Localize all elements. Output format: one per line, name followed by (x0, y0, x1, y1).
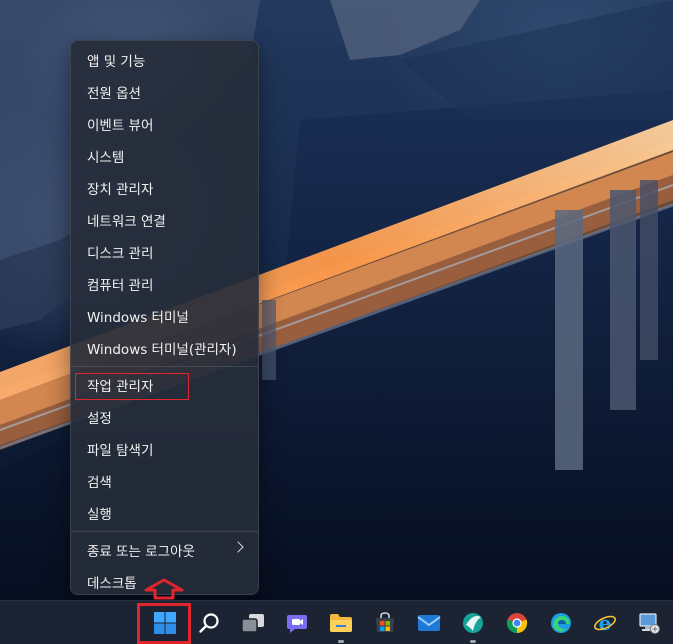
edge-button[interactable] (546, 608, 576, 638)
menu-item-label: 종료 또는 로그아웃 (87, 544, 195, 560)
menu-item-file-explorer[interactable]: 파일 탐색기 (75, 433, 254, 465)
chat-button[interactable] (282, 608, 312, 638)
taskbar-search-button[interactable] (194, 608, 224, 638)
file-explorer-icon (330, 614, 352, 632)
menu-item-label: 네트워크 연결 (87, 214, 166, 230)
menu-item-label: 설정 (87, 411, 112, 427)
internet-explorer-button[interactable]: e (590, 608, 620, 638)
start-context-menu: 앱 및 기능 전원 옵션 이벤트 뷰어 시스템 장치 관리자 네트워크 연결 디… (70, 40, 259, 595)
running-indicator (470, 640, 476, 643)
start-button-highlight (137, 603, 191, 644)
menu-item-device-manager[interactable]: 장치 관리자 (75, 172, 254, 204)
app-icon (463, 613, 483, 633)
menu-item-label: 이벤트 뷰어 (87, 118, 154, 134)
app-button[interactable] (458, 608, 488, 643)
network-computer-button[interactable] (634, 608, 664, 638)
menu-divider (71, 531, 258, 532)
network-computer-icon (639, 613, 660, 634)
menu-item-settings[interactable]: 설정 (75, 401, 254, 433)
file-explorer-button[interactable] (326, 608, 356, 643)
menu-item-event-viewer[interactable]: 이벤트 뷰어 (75, 108, 254, 140)
menu-item-label: 데스크톱 (87, 576, 137, 592)
menu-item-windows-terminal-admin[interactable]: Windows 터미널(관리자) (75, 332, 254, 364)
menu-item-label: 앱 및 기능 (87, 54, 146, 70)
mail-button[interactable] (414, 608, 444, 638)
task-view-icon (241, 614, 264, 633)
menu-item-label: 장치 관리자 (87, 182, 154, 198)
menu-item-apps-features[interactable]: 앱 및 기능 (75, 44, 254, 76)
menu-item-shutdown-signout[interactable]: 종료 또는 로그아웃 (75, 534, 254, 566)
ie-icon: e (594, 611, 616, 635)
menu-item-label: 실행 (87, 507, 112, 523)
menu-divider (71, 366, 258, 367)
svg-text:e: e (599, 611, 612, 635)
menu-item-label: 디스크 관리 (87, 246, 154, 262)
chat-icon (287, 615, 307, 633)
menu-item-power-options[interactable]: 전원 옵션 (75, 76, 254, 108)
menu-item-label: Windows 터미널 (87, 310, 189, 326)
menu-item-network-connections[interactable]: 네트워크 연결 (75, 204, 254, 236)
menu-item-label: 컴퓨터 관리 (87, 278, 154, 294)
chevron-right-icon (232, 541, 244, 553)
menu-item-windows-terminal[interactable]: Windows 터미널 (75, 300, 254, 332)
chrome-button[interactable] (502, 608, 532, 638)
store-icon (376, 612, 394, 632)
menu-item-task-manager[interactable]: 작업 관리자 (75, 369, 254, 401)
task-view-button[interactable] (238, 608, 268, 638)
menu-item-label: 작업 관리자 (87, 379, 154, 395)
menu-item-label: 전원 옵션 (87, 86, 141, 102)
taskbar: e (0, 600, 673, 644)
edge-icon (551, 613, 571, 633)
search-icon (199, 613, 219, 633)
menu-item-label: 시스템 (87, 150, 125, 166)
menu-item-computer-management[interactable]: 컴퓨터 관리 (75, 268, 254, 300)
menu-item-label: 검색 (87, 475, 112, 491)
menu-item-search[interactable]: 검색 (75, 465, 254, 497)
chrome-icon (506, 613, 528, 634)
menu-item-run[interactable]: 실행 (75, 497, 254, 529)
arrow-up-icon (144, 578, 184, 600)
menu-item-label: Windows 터미널(관리자) (87, 342, 237, 358)
running-indicator (338, 640, 344, 643)
menu-item-disk-management[interactable]: 디스크 관리 (75, 236, 254, 268)
store-button[interactable] (370, 608, 400, 638)
menu-item-system[interactable]: 시스템 (75, 140, 254, 172)
mail-icon (417, 615, 441, 631)
menu-item-label: 파일 탐색기 (87, 443, 154, 459)
